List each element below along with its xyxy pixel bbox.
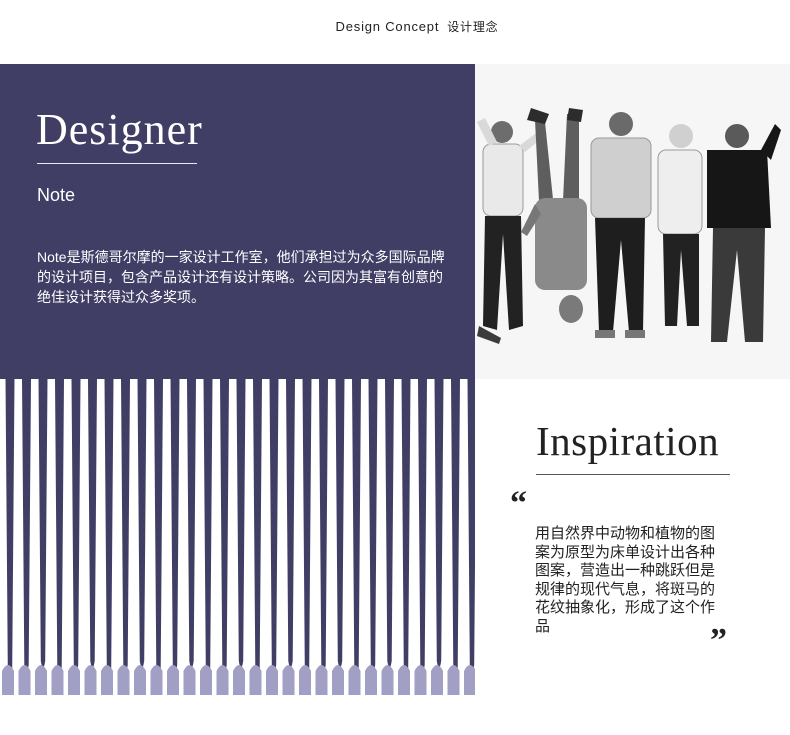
designer-title: Designer [36, 105, 203, 154]
stripe-pattern-graphic [2, 379, 475, 695]
stripe [253, 379, 262, 676]
stripe-tip [332, 665, 344, 695]
header-title-cn: 设计理念 [447, 20, 499, 34]
stripe [38, 379, 48, 668]
designer-divider [37, 163, 197, 164]
team-photo-icon [475, 64, 790, 379]
stripe-tip [84, 665, 97, 695]
stripe-tip [447, 665, 460, 695]
stripe-tip [216, 665, 229, 695]
stripe [22, 379, 31, 672]
stripe [170, 379, 180, 672]
inspiration-divider [536, 474, 730, 475]
stripe-tip [431, 665, 443, 695]
stripe [187, 379, 196, 668]
stripe [286, 379, 295, 668]
stripe-tip [2, 665, 14, 695]
stripe [418, 379, 427, 672]
stripe [434, 379, 444, 668]
team-photo [475, 64, 790, 379]
stripe-tip [249, 665, 262, 695]
stripe [385, 379, 394, 668]
stripe [368, 379, 378, 672]
header-title-en: Design Concept [335, 19, 440, 34]
stripe-tip [134, 665, 146, 695]
stripe [220, 379, 229, 672]
stripe-tip [381, 665, 394, 695]
stripe-tip [101, 665, 113, 695]
designer-description: Note是斯德哥尔摩的一家设计工作室，他们承担过为众多国际品牌的设计项目，包含产… [37, 249, 445, 305]
stripe-tip [183, 665, 196, 695]
page-header: Design Concept 设计理念 [0, 18, 790, 35]
inspiration-title: Inspiration [536, 418, 720, 464]
stripe [467, 379, 475, 672]
quote-open-icon: “ [510, 485, 527, 522]
stripe [55, 379, 64, 676]
stripe-tip [398, 665, 410, 695]
zebra-stripe-pattern [0, 379, 475, 695]
stripe [319, 379, 328, 672]
inspiration-text: 用自然界中动物和植物的图案为原型为床单设计出各种图案，营造出一种跳跃但是规律的现… [535, 525, 716, 635]
stripe-tip [266, 665, 278, 695]
stripe [104, 379, 114, 676]
stripe [121, 379, 130, 672]
stripe [203, 379, 213, 676]
stripe-tip [117, 665, 130, 695]
stripe [401, 379, 411, 676]
stripe-tip [18, 665, 31, 695]
stripe-tip [51, 665, 64, 695]
stripe-tip [348, 665, 361, 695]
stripe [269, 379, 279, 672]
stripe-tip [414, 665, 427, 695]
stripe [236, 379, 246, 668]
stripe-tip [167, 665, 179, 695]
stripe [71, 379, 81, 672]
stripe [352, 379, 361, 676]
stripe [88, 379, 97, 668]
stripe-tip [233, 665, 245, 695]
stripe [302, 379, 312, 676]
stripe [137, 379, 147, 668]
designer-subtitle: Note [37, 185, 76, 205]
stripe-tip [315, 665, 328, 695]
stripe-tip [35, 665, 47, 695]
stripe-tip [68, 665, 80, 695]
stripe [5, 379, 15, 676]
stripe [335, 379, 345, 668]
stripe-tip [150, 665, 163, 695]
stripe-tip [200, 665, 212, 695]
stripe [451, 379, 460, 676]
stripe-tip [282, 665, 295, 695]
stripe-tip [365, 665, 377, 695]
designer-panel: Designer Note Note是斯德哥尔摩的一家设计工作室，他们承担过为众… [0, 64, 475, 379]
stripe-tip [464, 665, 475, 695]
stripe [154, 379, 163, 676]
quote-close-icon: ” [710, 622, 727, 659]
stripe-tip [299, 665, 311, 695]
